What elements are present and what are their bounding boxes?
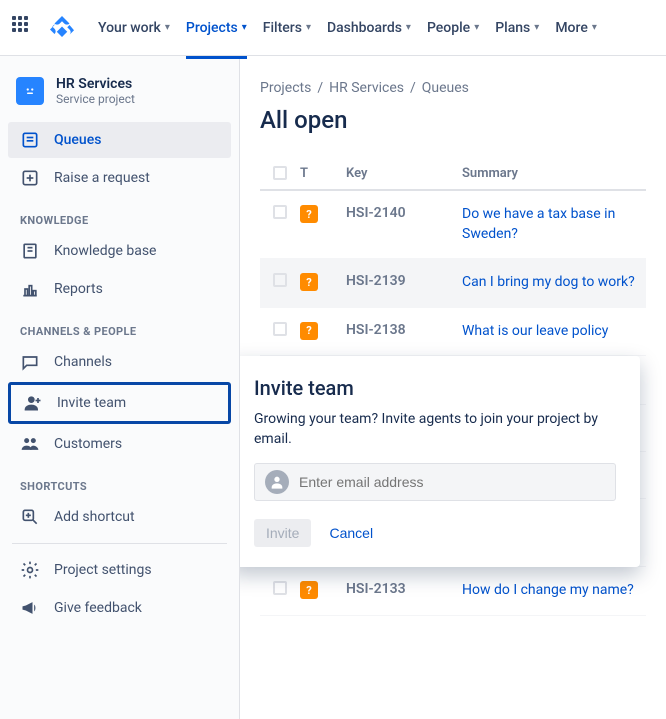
- select-all-checkbox[interactable]: [273, 166, 287, 180]
- table-header: T Key Summary: [260, 158, 646, 191]
- project-header: HR Services Service project: [8, 76, 231, 122]
- megaphone-icon: [20, 598, 40, 618]
- sidebar-section-channels: CHANNELS & PEOPLE: [8, 309, 231, 344]
- project-avatar-icon: [16, 77, 44, 105]
- table-row[interactable]: ? HSI-2139 Can I bring my dog to work?: [260, 259, 646, 308]
- sidebar-label: Add shortcut: [54, 509, 135, 525]
- gear-icon: [20, 560, 40, 580]
- main-content: Projects / HR Services / Queues All open…: [240, 56, 666, 719]
- person-plus-icon: [23, 393, 43, 413]
- sidebar-section-knowledge: KNOWLEDGE: [8, 198, 231, 233]
- email-input-wrapper[interactable]: [254, 463, 616, 501]
- issue-summary[interactable]: How do I change my name?: [462, 582, 634, 598]
- issue-type-icon: ?: [300, 581, 318, 599]
- breadcrumb-item[interactable]: Queues: [422, 80, 469, 96]
- divider: [12, 543, 227, 544]
- project-type: Service project: [56, 92, 135, 106]
- row-checkbox[interactable]: [273, 273, 287, 287]
- issue-summary[interactable]: Can I bring my dog to work?: [462, 274, 635, 290]
- row-checkbox[interactable]: [273, 322, 287, 336]
- jira-logo-icon[interactable]: [50, 16, 74, 40]
- sidebar-section-shortcuts: SHORTCUTS: [8, 464, 231, 499]
- cancel-button[interactable]: Cancel: [329, 525, 373, 541]
- sidebar-label: Project settings: [54, 562, 152, 578]
- table-row[interactable]: ? HSI-2138 What is our leave policy: [260, 308, 646, 357]
- nav-item-filters[interactable]: Filters▾: [255, 14, 319, 42]
- chat-icon: [20, 352, 40, 372]
- sidebar-item-channels[interactable]: Channels: [8, 344, 231, 380]
- sidebar-item-knowledge-base[interactable]: Knowledge base: [8, 233, 231, 269]
- sidebar-label: Give feedback: [54, 600, 142, 616]
- breadcrumb-item[interactable]: Projects: [260, 80, 311, 96]
- sidebar-label: Knowledge base: [54, 243, 156, 259]
- sidebar-item-reports[interactable]: Reports: [8, 271, 231, 307]
- modal-description: Growing your team? Invite agents to join…: [254, 410, 616, 449]
- issue-key[interactable]: HSI-2139: [346, 273, 406, 289]
- nav-item-more[interactable]: More▾: [547, 14, 605, 42]
- issue-summary[interactable]: What is our leave policy: [462, 323, 608, 339]
- nav-item-projects[interactable]: Projects▾: [178, 14, 255, 42]
- issue-type-icon: ?: [300, 273, 318, 291]
- email-input[interactable]: [299, 474, 605, 490]
- nav-item-people[interactable]: People▾: [419, 14, 487, 42]
- sidebar-label: Reports: [54, 281, 103, 297]
- issue-key[interactable]: HSI-2138: [346, 322, 406, 338]
- invite-team-modal: Invite team Growing your team? Invite ag…: [240, 356, 640, 567]
- row-checkbox[interactable]: [273, 205, 287, 219]
- sidebar-label: Invite team: [57, 395, 126, 411]
- sidebar-label: Raise a request: [54, 170, 150, 186]
- issue-key[interactable]: HSI-2133: [346, 581, 406, 597]
- sidebar-label: Channels: [54, 354, 112, 370]
- nav-item-your-work[interactable]: Your work▾: [90, 14, 178, 42]
- book-icon: [20, 241, 40, 261]
- queues-icon: [20, 130, 40, 150]
- sidebar-item-give-feedback[interactable]: Give feedback: [8, 590, 231, 626]
- shortcut-plus-icon: [20, 507, 40, 527]
- people-icon: [20, 434, 40, 454]
- col-summary[interactable]: Summary: [462, 166, 646, 181]
- invite-button[interactable]: Invite: [254, 519, 311, 547]
- nav-item-plans[interactable]: Plans▾: [487, 14, 547, 42]
- sidebar-item-invite-team[interactable]: Invite team: [8, 382, 231, 424]
- sidebar-item-queues[interactable]: Queues: [8, 122, 231, 158]
- page-title: All open: [260, 106, 646, 134]
- sidebar-item-raise-request[interactable]: Raise a request: [8, 160, 231, 196]
- sidebar-item-customers[interactable]: Customers: [8, 426, 231, 462]
- modal-title: Invite team: [254, 376, 616, 400]
- breadcrumb: Projects / HR Services / Queues: [260, 80, 646, 96]
- sidebar-label: Customers: [54, 436, 122, 452]
- sidebar-label: Queues: [54, 132, 101, 148]
- issue-key[interactable]: HSI-2140: [346, 205, 406, 221]
- nav-item-dashboards[interactable]: Dashboards▾: [319, 14, 419, 42]
- row-checkbox[interactable]: [273, 581, 287, 595]
- issue-type-icon: ?: [300, 322, 318, 340]
- app-switcher-icon[interactable]: [12, 16, 36, 40]
- breadcrumb-item[interactable]: HR Services: [329, 80, 404, 96]
- top-nav: Your work▾Projects▾Filters▾Dashboards▾Pe…: [0, 0, 666, 56]
- sidebar-item-add-shortcut[interactable]: Add shortcut: [8, 499, 231, 535]
- project-name: HR Services: [56, 76, 135, 92]
- issue-type-icon: ?: [300, 205, 318, 223]
- table-row[interactable]: ? HSI-2133 How do I change my name?: [260, 567, 646, 616]
- table-row[interactable]: ? HSI-2140 Do we have a tax base in Sweden…: [260, 191, 646, 259]
- sidebar-item-project-settings[interactable]: Project settings: [8, 552, 231, 588]
- col-key[interactable]: Key: [346, 166, 462, 181]
- plus-box-icon: [20, 168, 40, 188]
- col-type[interactable]: T: [300, 166, 346, 181]
- avatar-placeholder-icon: [265, 470, 289, 494]
- sidebar: HR Services Service project Queues Raise…: [0, 56, 240, 719]
- issue-summary[interactable]: Do we have a tax base in Sweden?: [462, 206, 615, 242]
- chart-icon: [20, 279, 40, 299]
